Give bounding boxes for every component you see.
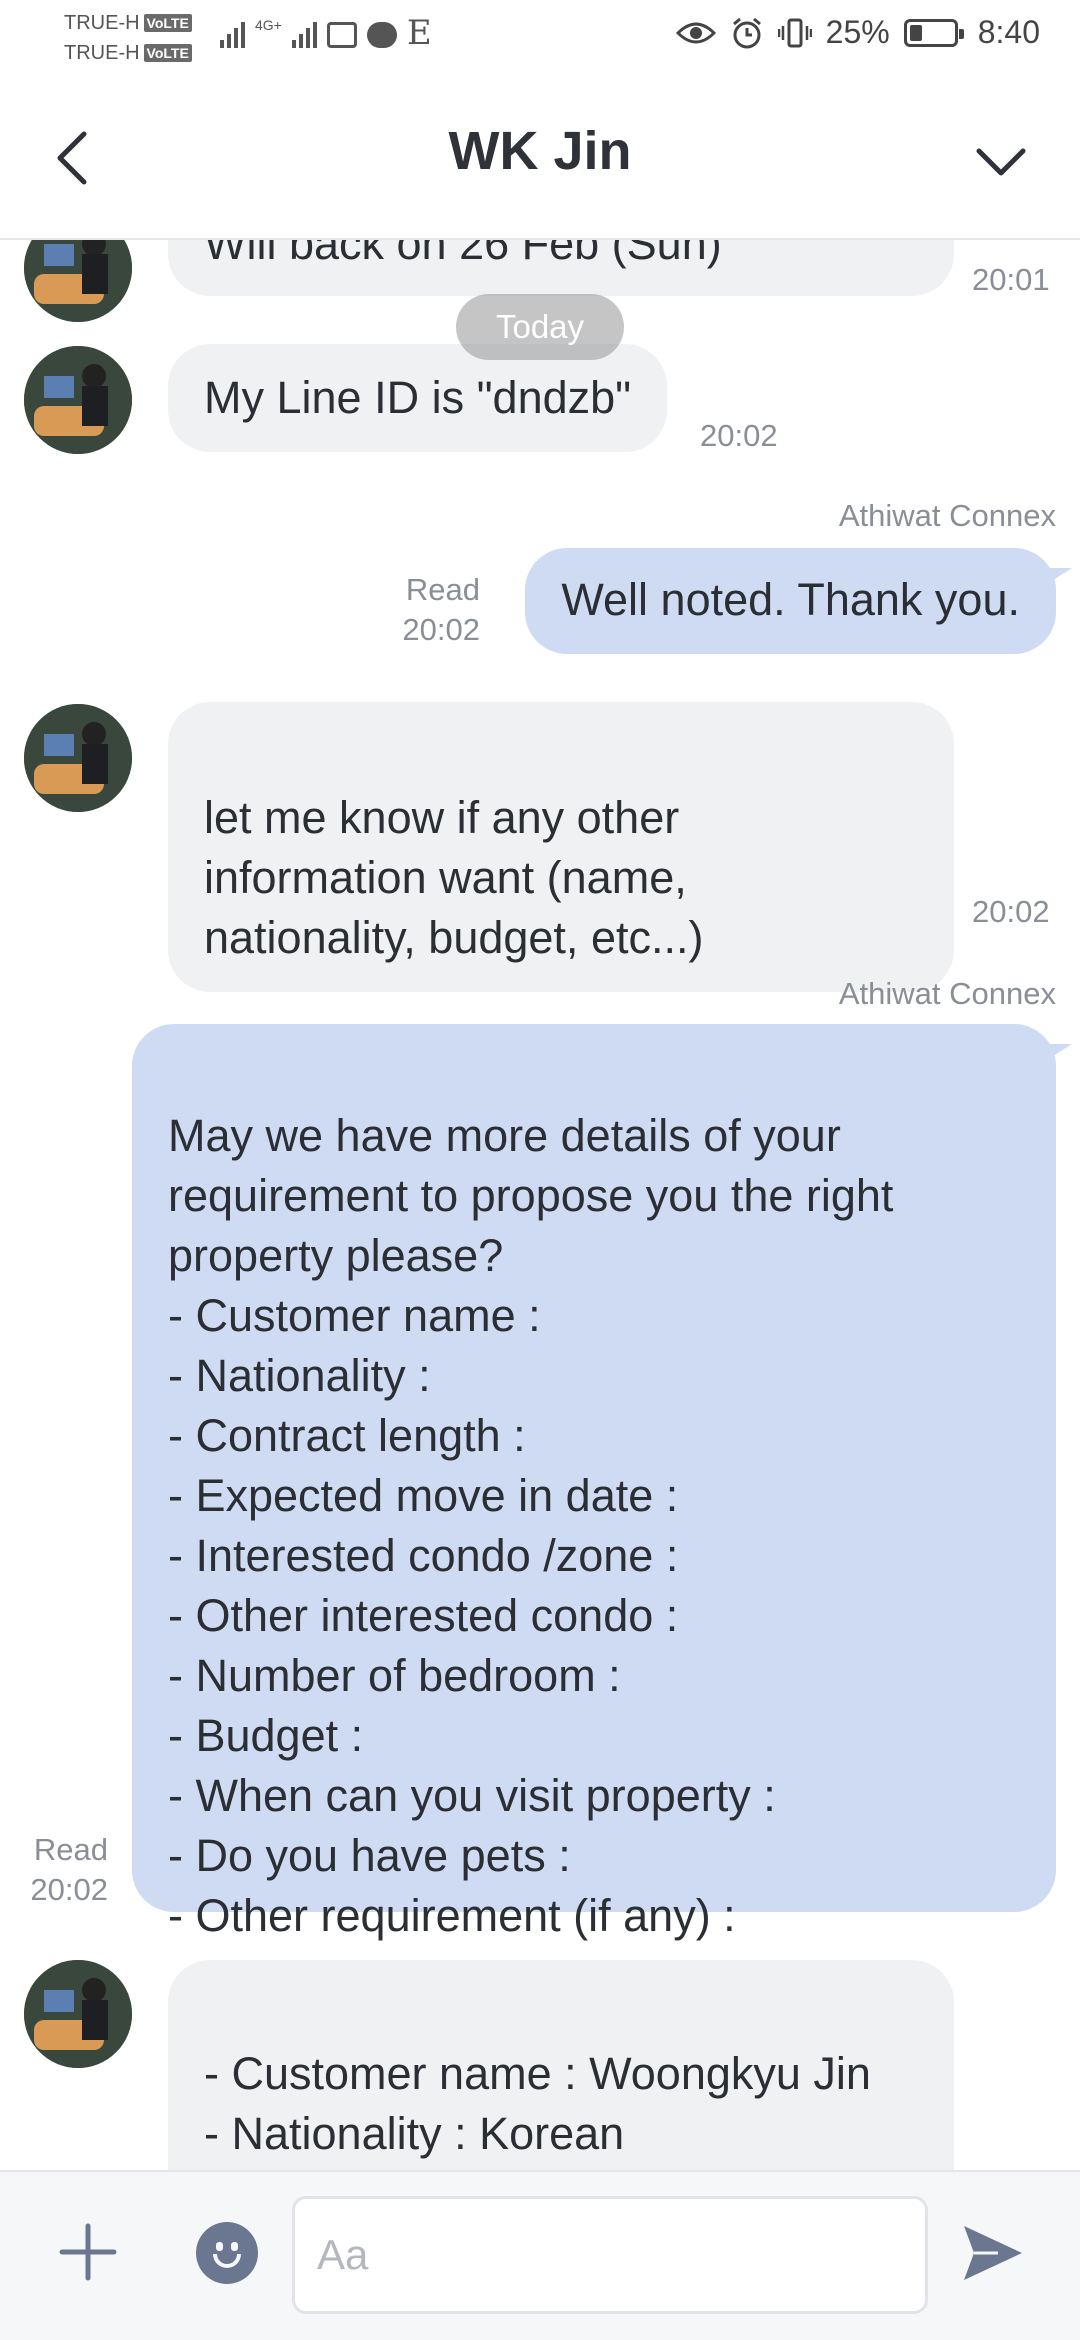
network-type: 4G+ bbox=[255, 17, 282, 33]
signal-icon bbox=[291, 20, 317, 48]
message-time: 20:02 bbox=[700, 418, 778, 453]
carrier-name: TRUE-H bbox=[64, 42, 140, 64]
message-bubble-outgoing[interactable]: May we have more details of your require… bbox=[132, 1024, 1072, 1941]
send-icon bbox=[964, 2226, 1022, 2280]
status-bar: TRUE-H VoLTE TRUE-H VoLTE 4G+ E 25% 8:40 bbox=[0, 0, 1080, 76]
message-time: 20:02 bbox=[972, 894, 1050, 929]
carrier-info: TRUE-H VoLTE TRUE-H VoLTE bbox=[64, 8, 192, 68]
volte-badge: VoLTE bbox=[143, 14, 192, 32]
plus-icon bbox=[59, 2223, 117, 2281]
carrier-name: TRUE-H bbox=[64, 12, 140, 34]
message-text: May we have more details of your require… bbox=[168, 1110, 894, 1941]
message-bubble[interactable]: - Customer name : Woongkyu Jin - Nationa… bbox=[168, 1960, 954, 2170]
e-icon: E bbox=[406, 13, 432, 53]
chat-header: WK Jin bbox=[0, 76, 1080, 240]
eye-icon bbox=[675, 22, 716, 43]
signal-icon bbox=[220, 20, 245, 48]
chat-title[interactable]: WK Jin bbox=[0, 120, 1080, 182]
composer-bar bbox=[0, 2170, 1080, 2340]
vibrate-icon bbox=[777, 18, 812, 47]
battery-percent: 25% bbox=[825, 14, 890, 50]
message-text: let me know if any other information wan… bbox=[204, 792, 704, 963]
clock: 8:40 bbox=[977, 14, 1040, 50]
send-button[interactable] bbox=[958, 2218, 1028, 2288]
bubble-tail bbox=[1050, 1044, 1072, 1058]
status-right: 25% 8:40 bbox=[675, 14, 1040, 51]
alarm-icon bbox=[732, 17, 761, 48]
sender-name: Athiwat Connex bbox=[838, 976, 1056, 1011]
chevron-down-icon bbox=[976, 148, 1026, 176]
attach-button[interactable] bbox=[58, 2222, 118, 2282]
contact-avatar[interactable] bbox=[24, 704, 132, 812]
volte-badge: VoLTE bbox=[143, 44, 192, 62]
bubble-tail bbox=[1050, 568, 1072, 582]
battery-icon bbox=[903, 18, 964, 47]
message-input[interactable] bbox=[292, 2196, 928, 2314]
sender-name: Athiwat Connex bbox=[838, 498, 1056, 533]
line-icon bbox=[366, 22, 397, 48]
message-time: 20:02 bbox=[402, 612, 480, 647]
message-text: Well noted. Thank you. bbox=[561, 574, 1020, 625]
message-bubble[interactable]: My Line ID is "dndzb" bbox=[168, 344, 668, 452]
read-receipt: Read 20:02 bbox=[402, 570, 480, 650]
message-time: 20:02 bbox=[30, 1872, 108, 1907]
emoji-icon bbox=[216, 2242, 223, 2251]
message-time: 20:01 bbox=[972, 262, 1050, 297]
app-notification-icon bbox=[326, 22, 357, 48]
contact-avatar[interactable] bbox=[24, 346, 132, 454]
date-separator: Today bbox=[456, 294, 624, 360]
read-label: Read bbox=[33, 1832, 108, 1867]
menu-toggle-button[interactable] bbox=[966, 126, 1036, 196]
read-label: Read bbox=[405, 572, 480, 607]
message-text: - Customer name : Woongkyu Jin - Nationa… bbox=[204, 2048, 871, 2170]
chat-area[interactable]: Will back on 26 Feb (Sun) 20:01 Today My… bbox=[0, 0, 1080, 2170]
network-icons: 4G+ E bbox=[220, 13, 432, 53]
message-text: My Line ID is "dndzb" bbox=[204, 372, 632, 423]
message-bubble[interactable]: let me know if any other information wan… bbox=[168, 702, 954, 992]
message-bubble-outgoing[interactable]: Well noted. Thank you. bbox=[525, 548, 1072, 654]
emoji-button[interactable] bbox=[196, 2222, 258, 2284]
contact-avatar[interactable] bbox=[24, 1960, 132, 2068]
read-receipt: Read 20:02 bbox=[20, 1830, 108, 1910]
